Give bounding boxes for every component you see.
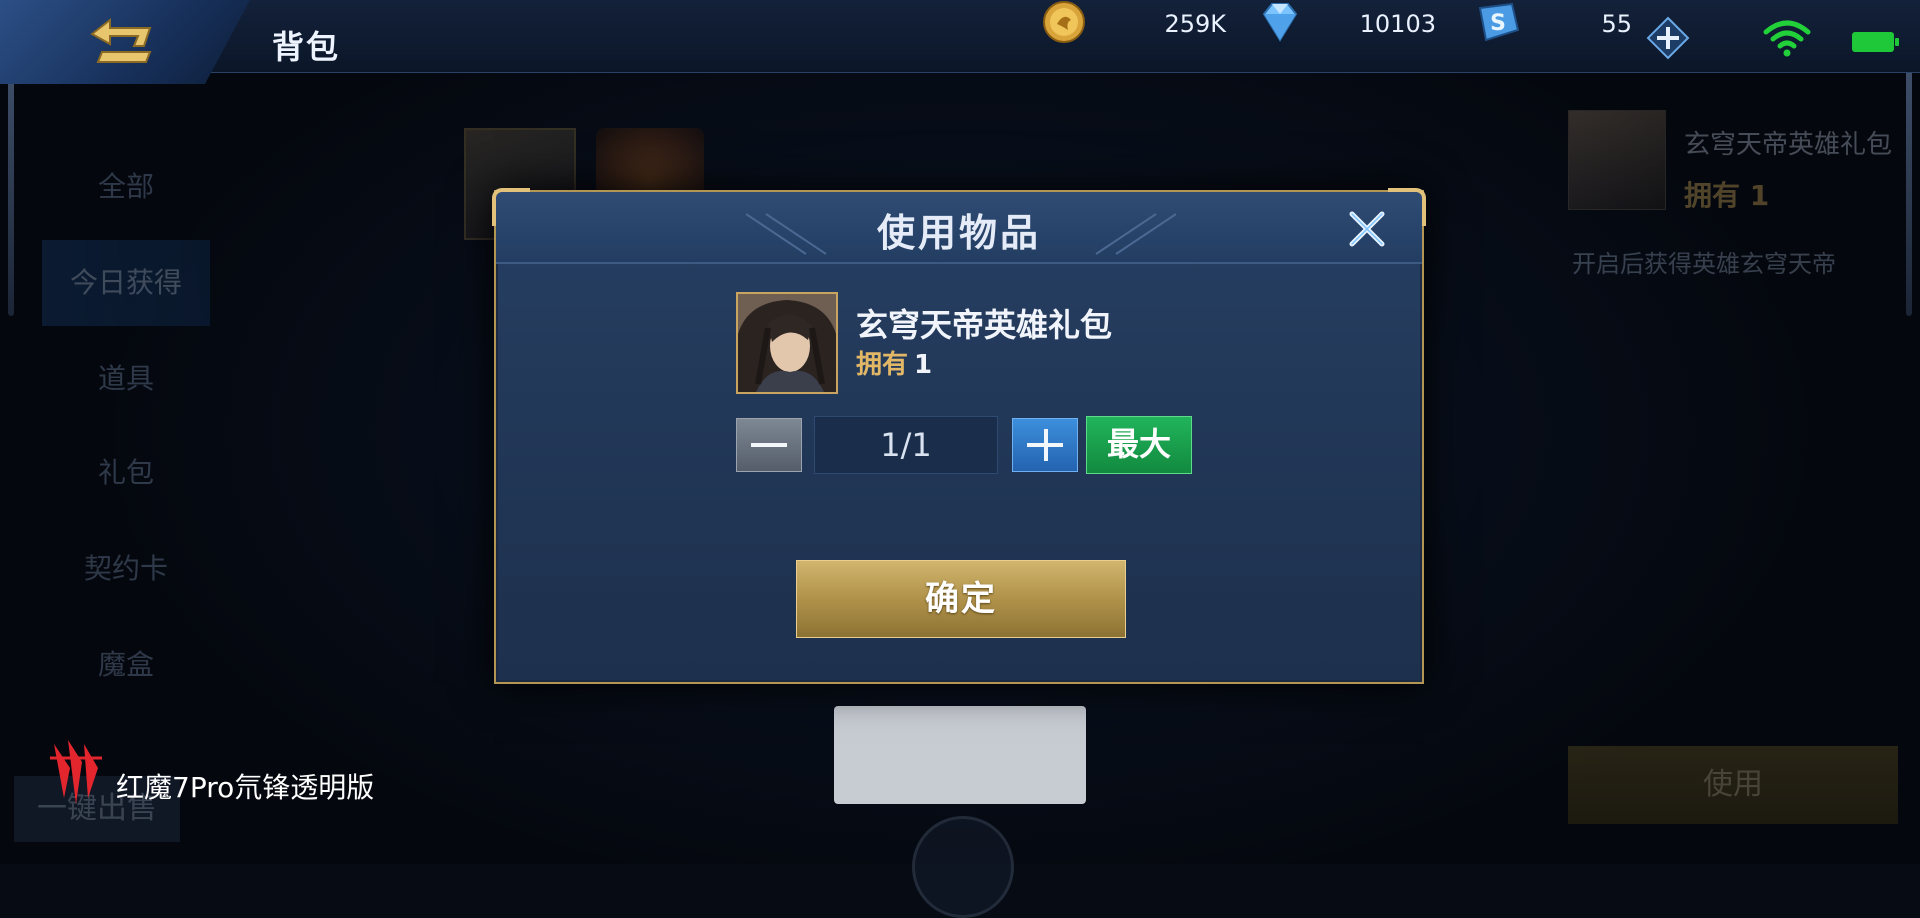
gold-amount: 259K	[1164, 10, 1226, 38]
dialog-corner-right	[1388, 188, 1426, 226]
right-edge-decoration	[1906, 44, 1912, 316]
add-currency-button[interactable]	[1646, 16, 1690, 60]
sidebar-tab-gifts[interactable]: 礼包	[42, 430, 210, 516]
owned-count: 1	[914, 350, 933, 380]
detail-item-description: 开启后获得英雄玄穹天帝	[1572, 250, 1836, 278]
left-edge-decoration	[8, 44, 14, 316]
item-name: 玄穹天帝英雄礼包	[856, 306, 1113, 344]
diamond-icon	[1262, 3, 1298, 42]
sidebar-tab-contract-cards[interactable]: 契约卡	[42, 526, 210, 612]
max-quantity-button[interactable]: 最大	[1086, 416, 1192, 474]
confirm-button[interactable]: 确定	[796, 560, 1126, 638]
red-magic-logo	[50, 740, 102, 804]
item-owned: 拥有 1	[856, 344, 932, 381]
view-again-button[interactable]	[834, 706, 1086, 804]
use-button[interactable]: 使用	[1568, 746, 1898, 824]
top-bar: 背包 259K 10103 S 55	[0, 0, 1920, 84]
back-button[interactable]	[0, 0, 250, 84]
hero-portrait-icon	[738, 294, 836, 392]
owned-label: 拥有	[856, 350, 909, 380]
battery-icon	[1852, 32, 1899, 52]
wifi-icon	[1763, 20, 1811, 57]
sidebar-tab-magic-box[interactable]: 魔盒	[42, 622, 210, 708]
quantity-field[interactable]: 1/1	[814, 416, 998, 474]
dialog-title: 使用物品	[876, 211, 1041, 255]
detail-item-portrait	[1568, 110, 1666, 210]
close-icon[interactable]	[1346, 208, 1388, 250]
device-watermark: 红魔7Pro氘锋透明版	[116, 771, 375, 804]
sidebar-tab-today[interactable]: 今日获得	[42, 240, 210, 326]
ticket-icon: S	[1478, 2, 1520, 42]
decrease-quantity-button[interactable]	[736, 418, 802, 472]
item-portrait	[736, 292, 838, 394]
svg-text:S: S	[1490, 11, 1506, 36]
detail-item-owned: 拥有 1	[1684, 179, 1770, 212]
ticket-amount: 55	[1601, 10, 1632, 38]
detail-item-name: 玄穹天帝英雄礼包	[1684, 130, 1893, 160]
gold-coin-icon	[1043, 1, 1085, 43]
dialog-corner-left	[492, 188, 530, 226]
sidebar-tab-all[interactable]: 全部	[42, 144, 210, 230]
use-item-dialog: 使用物品 玄穹天帝英雄礼包 拥有 1 1/1 最大 确定	[492, 188, 1426, 684]
sidebar-tab-props[interactable]: 道具	[42, 336, 210, 422]
page-title: 背包	[272, 28, 341, 66]
diamond-amount: 10103	[1359, 10, 1436, 38]
increase-quantity-button[interactable]	[1012, 418, 1078, 472]
back-arrow-icon	[90, 17, 152, 63]
dialog-header: 使用物品	[496, 192, 1422, 264]
bottom-action-circle[interactable]	[912, 816, 1014, 918]
